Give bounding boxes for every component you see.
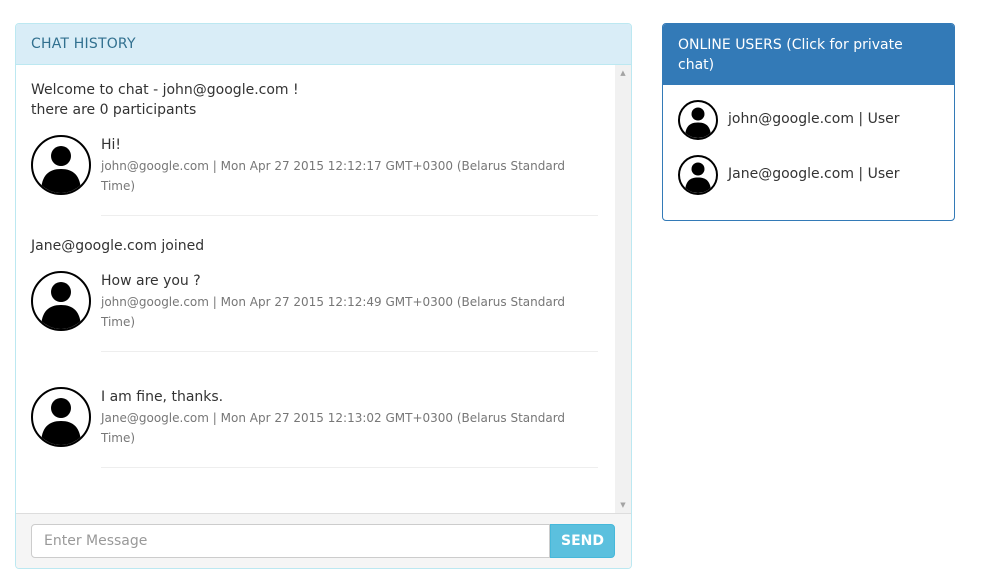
user-silhouette-icon: [678, 155, 718, 195]
chat-message-content: Hi! john@google.com | Mon Apr 27 2015 12…: [101, 135, 614, 196]
joined-notice: Jane@google.com joined: [31, 238, 205, 254]
chat-message-text: How are you ?: [101, 273, 201, 289]
online-user-item[interactable]: john@google.com | User: [678, 100, 938, 142]
message-input[interactable]: [31, 524, 550, 558]
chat-history-body[interactable]: Welcome to chat - john@google.com ! ther…: [16, 65, 631, 513]
user-silhouette-icon: [31, 135, 91, 195]
welcome-message: Welcome to chat - john@google.com ! ther…: [31, 80, 299, 120]
chat-input-bar: SEND: [16, 513, 631, 568]
chat-history-heading: CHAT HISTORY: [16, 24, 631, 65]
send-button[interactable]: SEND: [550, 524, 615, 558]
scroll-down-arrow-icon[interactable]: ▼: [615, 497, 631, 513]
chat-history-panel: CHAT HISTORY Welcome to chat - john@goog…: [15, 23, 632, 569]
user-silhouette-icon: [31, 271, 91, 331]
chat-message-text: I am fine, thanks.: [101, 389, 224, 405]
user-silhouette-icon: [678, 100, 718, 140]
chat-message-meta: Jane@google.com | Mon Apr 27 2015 12:13:…: [101, 411, 566, 445]
message-divider: [101, 215, 598, 216]
chat-message-text: Hi!: [101, 137, 122, 153]
online-users-panel: ONLINE USERS (Click for private chat) jo…: [662, 23, 955, 221]
online-user-item[interactable]: Jane@google.com | User: [678, 155, 938, 197]
user-silhouette-icon: [31, 387, 91, 447]
chat-message-meta: john@google.com | Mon Apr 27 2015 12:12:…: [101, 295, 566, 329]
online-users-heading: ONLINE USERS (Click for private chat): [663, 24, 954, 85]
scroll-up-arrow-icon[interactable]: ▲: [615, 65, 631, 81]
message-divider: [101, 467, 598, 468]
chat-scrollbar[interactable]: ▲ ▼: [615, 65, 631, 513]
message-divider: [101, 351, 598, 352]
chat-message-content: I am fine, thanks. Jane@google.com | Mon…: [101, 387, 614, 448]
chat-message-meta: john@google.com | Mon Apr 27 2015 12:12:…: [101, 159, 566, 193]
online-user-label: john@google.com | User: [728, 111, 900, 127]
chat-message-content: How are you ? john@google.com | Mon Apr …: [101, 271, 614, 332]
participants-line: there are 0 participants: [31, 102, 197, 118]
welcome-line: Welcome to chat - john@google.com !: [31, 82, 299, 98]
online-user-label: Jane@google.com | User: [728, 166, 900, 182]
